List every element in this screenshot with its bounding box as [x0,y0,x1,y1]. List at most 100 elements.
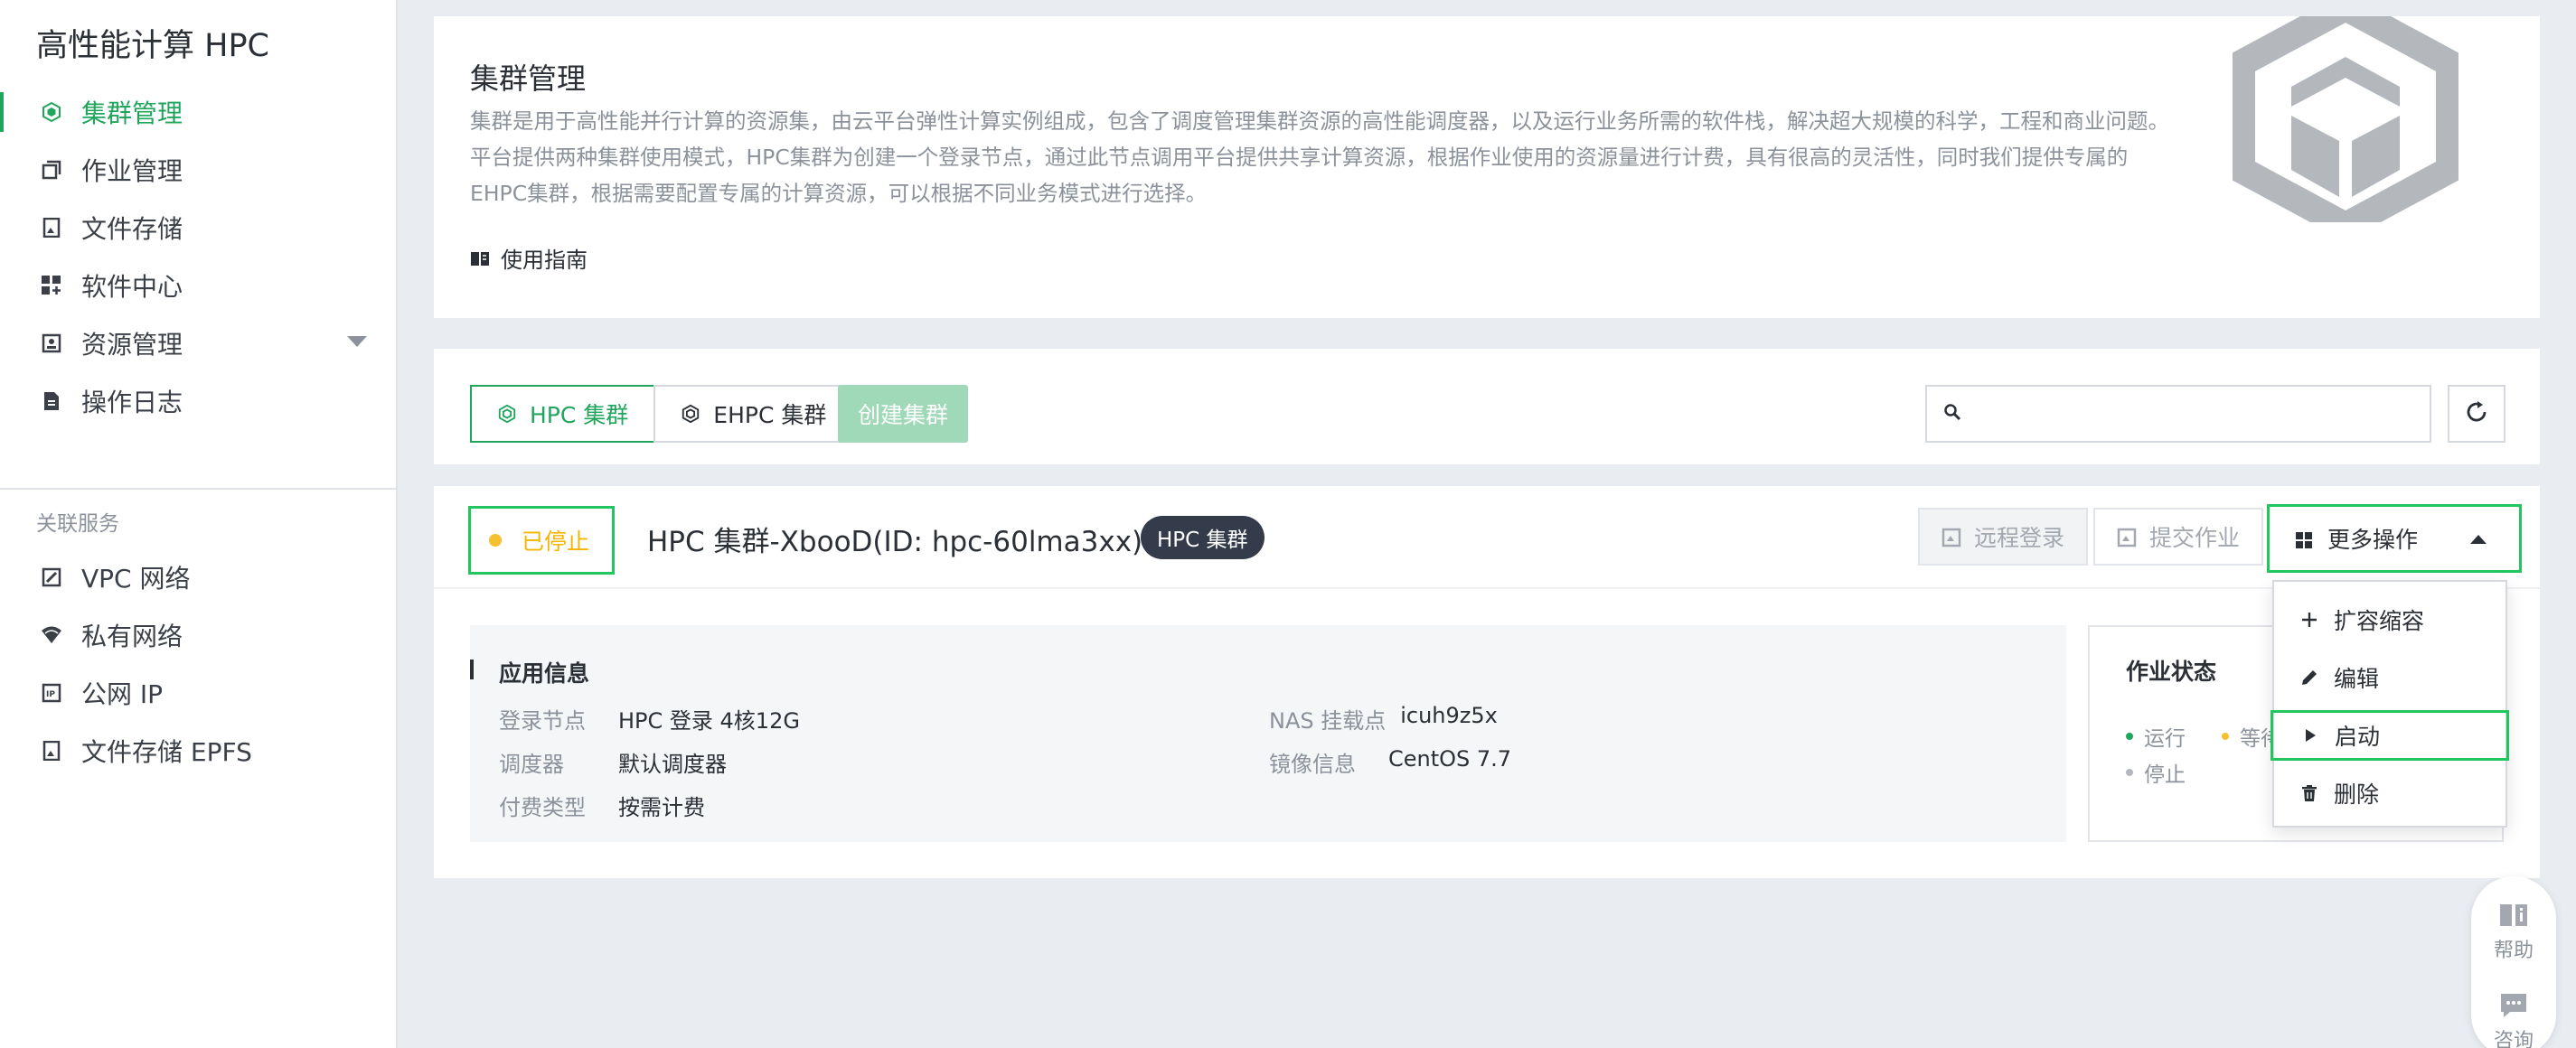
consult-label: 咨询 [2493,1030,2534,1048]
help-button[interactable]: 帮助 [2471,902,2556,963]
grid-icon [2295,529,2315,548]
nas-value: icuh9z5x [1400,703,1498,728]
resource-icon [40,332,63,355]
chevron-down-icon[interactable] [347,336,367,347]
sidebar-item-storage[interactable]: 文件存储 [0,199,396,257]
image-key: 镜像信息 [1269,752,1356,777]
related-services-label: 关联服务 [36,512,119,536]
create-cluster-button[interactable]: 创建集群 [838,385,968,443]
consult-button[interactable]: 咨询 [2471,992,2556,1048]
wifi-icon [40,623,63,647]
chat-icon [2501,994,2526,1017]
ip-icon: IP [40,681,63,705]
chevron-up-icon [2470,535,2487,544]
legend-label: 停止 [2144,763,2186,787]
menu-item-delete[interactable]: 删除 [2274,768,2505,819]
app-title: 高性能计算 HPC [36,28,269,64]
cluster-card: 已停止 HPC 集群-XbooD(ID: hpc-60lma3xx) HPC 集… [434,486,2540,878]
remote-login-button[interactable]: 远程登录 [1918,508,2089,566]
app-info-title: 应用信息 [469,656,589,688]
sidebar-divider [0,488,398,490]
billing-row: 付费类型 按需计费 [499,790,705,821]
sidebar-item-epfs[interactable]: 文件存储 EPFS [0,722,396,780]
sidebar-item-log[interactable]: 操作日志 [0,372,396,430]
page-title: 集群管理 [470,61,587,96]
sidebar-item-public-ip[interactable]: IP 公网 IP [0,664,396,722]
trash-icon [2299,783,2319,803]
play-icon [2300,725,2320,745]
floating-help-widget: 帮助 咨询 [2471,876,2556,1048]
job-status-title: 作业状态 [2126,659,2217,685]
billing-key: 付费类型 [499,795,586,820]
running-dot [2126,733,2133,740]
cluster-type-tabs: HPC 集群 EHPC 集群 [470,385,854,443]
menu-item-label: 编辑 [2334,666,2380,692]
search-icon [1943,403,1961,425]
search-box [1925,385,2431,443]
more-actions-menu: 扩容缩容 编辑 启动 删除 [2270,580,2509,828]
cluster-card-header: 已停止 HPC 集群-XbooD(ID: hpc-60lma3xx) HPC 集… [434,486,2540,589]
menu-item-edit[interactable]: 编辑 [2274,652,2505,703]
image-value: CentOS 7.7 [1388,746,1512,772]
sidebar-item-resource[interactable]: 资源管理 [0,314,396,372]
menu-item-scale[interactable]: 扩容缩容 [2274,594,2505,645]
scheduler-row: 调度器 默认调度器 [499,746,727,778]
related-services-nav: VPC 网络 私有网络 IP 公网 IP 文件存储 EPFS [0,548,396,780]
storage-icon [40,216,63,239]
tab-ehpc-cluster[interactable]: EHPC 集群 [653,385,854,443]
cluster-type-badge: HPC 集群 [1141,516,1264,559]
description-line: EHPC集群，根据需要配置专属的计算资源，可以根据不同业务模式进行选择。 [470,181,1208,206]
login-node-key: 登录节点 [499,708,586,734]
sidebar-item-label: 文件存储 EPFS [81,737,252,767]
remote-login-label: 远程登录 [1974,525,2065,551]
sidebar-item-software[interactable]: 软件中心 [0,257,396,314]
help-label: 帮助 [2493,940,2534,962]
intro-panel: 集群管理 集群是用于高性能并行计算的资源集，由云平台弹性计算实例组成，包含了调度… [434,16,2540,318]
menu-item-label: 删除 [2334,781,2380,808]
menu-item-start[interactable]: 启动 [2270,710,2509,761]
sidebar-item-label: 私有网络 [81,622,183,651]
guide-link[interactable]: 使用指南 [470,242,588,274]
sidebar-item-job[interactable]: 作业管理 [0,141,396,199]
status-badge: 已停止 [468,506,615,575]
toolbar-panel: HPC 集群 EHPC 集群 创建集群 [434,349,2540,464]
menu-item-label: 扩容缩容 [2334,608,2425,634]
cluster-icon [497,403,519,425]
sidebar-item-private-network[interactable]: 私有网络 [0,606,396,664]
tab-label: EHPC 集群 [713,402,827,428]
login-node-row: 登录节点 HPC 登录 4核12G [499,703,800,735]
sidebar-item-label: 操作日志 [81,388,183,417]
billing-value: 按需计费 [618,795,705,820]
sidebar-item-label: 公网 IP [81,679,164,709]
cluster-icon [681,403,702,425]
monitor-icon [1941,527,1961,547]
hpc-logo-icon [2233,16,2458,222]
more-actions-button[interactable]: 更多操作 [2267,504,2522,573]
submit-job-label: 提交作业 [2149,525,2241,551]
login-node-value: HPC 登录 4核12G [618,708,800,734]
sidebar-item-vpc[interactable]: VPC 网络 [0,548,396,606]
svg-text:IP: IP [46,690,55,699]
sidebar-item-label: 集群管理 [81,98,183,128]
nas-row: NAS 挂载点 icuh9z5x [1269,703,1498,735]
sidebar-item-cluster[interactable]: 集群管理 [0,83,396,141]
search-input[interactable] [1972,387,2430,441]
submit-job-button[interactable]: 提交作业 [2093,508,2264,566]
status-dot [489,534,502,547]
menu-item-label: 启动 [2335,724,2381,750]
legend-stopped: 停止 [2126,757,2186,788]
tab-hpc-cluster[interactable]: HPC 集群 [470,385,656,443]
waiting-dot [2222,733,2229,740]
tab-label: HPC 集群 [530,402,629,428]
sidebar-nav: 集群管理 作业管理 文件存储 软件中心 资源管理 操作日志 [0,83,396,430]
sidebar-item-label: 软件中心 [81,272,183,302]
pencil-icon [2299,668,2319,688]
refresh-button[interactable] [2448,385,2505,443]
software-icon [40,274,63,297]
sidebar-item-label: VPC 网络 [81,564,191,594]
epfs-icon [40,739,63,763]
book-icon [470,248,490,268]
sidebar-item-label: 资源管理 [81,330,183,360]
cluster-name: HPC 集群-XbooD(ID: hpc-60lma3xx) [647,526,1143,558]
stopped-dot [2126,769,2133,776]
